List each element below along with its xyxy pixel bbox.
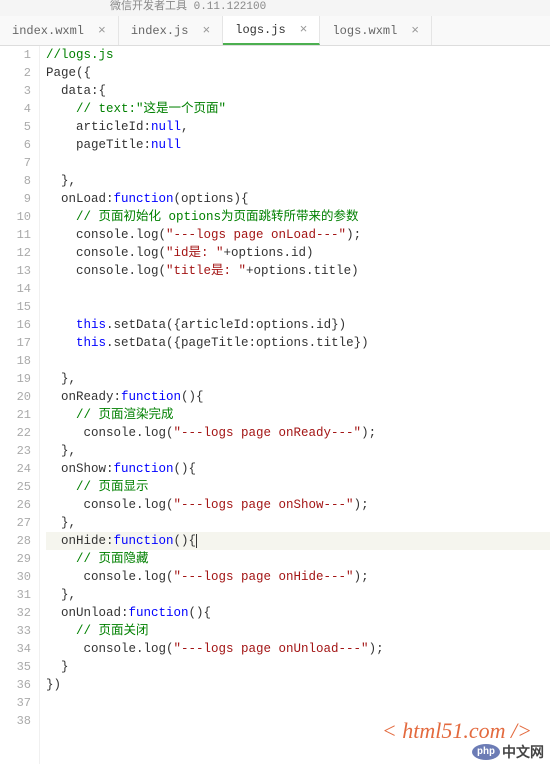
code-line[interactable]: this.setData({pageTitle:options.title}) (46, 334, 550, 352)
watermark-text: 中文网 (502, 742, 544, 762)
tab-index-wxml[interactable]: index.wxml × (0, 16, 119, 45)
line-number: 11 (0, 226, 31, 244)
line-number: 6 (0, 136, 31, 154)
line-number: 36 (0, 676, 31, 694)
code-line[interactable]: }, (46, 442, 550, 460)
code-line[interactable]: }, (46, 514, 550, 532)
line-number: 1 (0, 46, 31, 64)
tab-index-js[interactable]: index.js × (119, 16, 223, 45)
close-icon[interactable]: × (411, 23, 419, 38)
close-icon[interactable]: × (98, 23, 106, 38)
line-number: 13 (0, 262, 31, 280)
editor-tabs: index.wxml × index.js × logs.js × logs.wxml × (0, 16, 550, 46)
line-number: 15 (0, 298, 31, 316)
code-line[interactable]: console.log("---logs page onUnload---"); (46, 640, 550, 658)
line-number: 10 (0, 208, 31, 226)
line-number: 12 (0, 244, 31, 262)
code-line[interactable]: //logs.js (46, 46, 550, 64)
code-line[interactable]: // 页面渲染完成 (46, 406, 550, 424)
line-number: 35 (0, 658, 31, 676)
code-line[interactable] (46, 694, 550, 712)
tab-label: logs.wxml (332, 24, 397, 38)
line-number: 32 (0, 604, 31, 622)
line-number: 9 (0, 190, 31, 208)
code-line[interactable]: console.log("id是: "+options.id) (46, 244, 550, 262)
line-number: 33 (0, 622, 31, 640)
code-line[interactable]: // 页面隐藏 (46, 550, 550, 568)
watermark-php: php 中文网 (472, 742, 544, 762)
code-line[interactable] (46, 154, 550, 172)
line-number: 25 (0, 478, 31, 496)
code-line[interactable]: console.log("---logs page onShow---"); (46, 496, 550, 514)
code-line[interactable]: }, (46, 172, 550, 190)
code-editor[interactable]: 1234567891011121314151617181920212223242… (0, 46, 550, 764)
code-line[interactable]: onLoad:function(options){ (46, 190, 550, 208)
code-line[interactable]: onShow:function(){ (46, 460, 550, 478)
line-number: 16 (0, 316, 31, 334)
line-number: 21 (0, 406, 31, 424)
php-badge: php (472, 744, 500, 760)
code-line[interactable]: console.log("title是: "+options.title) (46, 262, 550, 280)
code-line[interactable]: console.log("---logs page onLoad---"); (46, 226, 550, 244)
watermark-html51: < html51.com /> (382, 718, 532, 744)
line-number: 26 (0, 496, 31, 514)
line-number: 37 (0, 694, 31, 712)
line-number: 7 (0, 154, 31, 172)
line-number: 17 (0, 334, 31, 352)
line-number: 24 (0, 460, 31, 478)
tab-logs-js[interactable]: logs.js × (223, 16, 320, 45)
code-line[interactable]: pageTitle:null (46, 136, 550, 154)
code-line[interactable]: // text:"这是一个页面" (46, 100, 550, 118)
code-line[interactable]: onUnload:function(){ (46, 604, 550, 622)
line-number: 29 (0, 550, 31, 568)
line-number: 23 (0, 442, 31, 460)
tab-label: logs.js (235, 23, 285, 37)
line-number: 3 (0, 82, 31, 100)
code-line[interactable] (46, 280, 550, 298)
code-line[interactable]: Page({ (46, 64, 550, 82)
code-line[interactable]: this.setData({articleId:options.id}) (46, 316, 550, 334)
code-line[interactable]: // 页面初始化 options为页面跳转所带来的参数 (46, 208, 550, 226)
tab-label: index.js (131, 24, 189, 38)
line-number: 4 (0, 100, 31, 118)
code-line[interactable]: }) (46, 676, 550, 694)
code-line[interactable]: // 页面显示 (46, 478, 550, 496)
code-line[interactable] (46, 352, 550, 370)
line-number: 14 (0, 280, 31, 298)
code-line[interactable]: }, (46, 586, 550, 604)
line-number: 8 (0, 172, 31, 190)
line-number: 31 (0, 586, 31, 604)
line-number: 18 (0, 352, 31, 370)
line-number: 5 (0, 118, 31, 136)
code-line[interactable]: articleId:null, (46, 118, 550, 136)
tab-label: index.wxml (12, 24, 84, 38)
line-number: 34 (0, 640, 31, 658)
line-gutter: 1234567891011121314151617181920212223242… (0, 46, 40, 764)
code-line[interactable]: console.log("---logs page onReady---"); (46, 424, 550, 442)
title-bar: 微信开发者工具 0.11.122100 (0, 0, 550, 16)
code-line[interactable]: onReady:function(){ (46, 388, 550, 406)
code-line[interactable]: data:{ (46, 82, 550, 100)
line-number: 2 (0, 64, 31, 82)
code-line[interactable]: console.log("---logs page onHide---"); (46, 568, 550, 586)
code-line[interactable] (46, 298, 550, 316)
line-number: 27 (0, 514, 31, 532)
line-number: 19 (0, 370, 31, 388)
tab-logs-wxml[interactable]: logs.wxml × (320, 16, 432, 45)
code-line[interactable]: // 页面关闭 (46, 622, 550, 640)
line-number: 28 (0, 532, 31, 550)
code-area[interactable]: //logs.jsPage({ data:{ // text:"这是一个页面" … (40, 46, 550, 764)
close-icon[interactable]: × (202, 23, 210, 38)
close-icon[interactable]: × (300, 22, 308, 37)
line-number: 30 (0, 568, 31, 586)
line-number: 38 (0, 712, 31, 730)
line-number: 20 (0, 388, 31, 406)
code-line[interactable]: } (46, 658, 550, 676)
code-line[interactable]: }, (46, 370, 550, 388)
line-number: 22 (0, 424, 31, 442)
code-line[interactable]: onHide:function(){ (46, 532, 550, 550)
